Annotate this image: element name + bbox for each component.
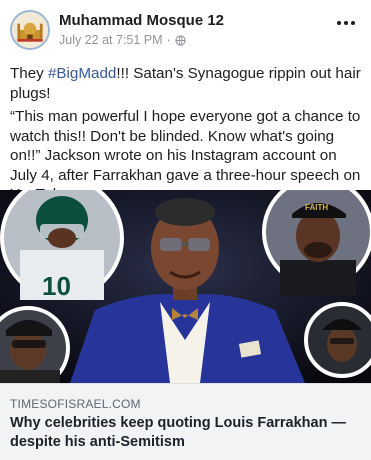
cap-text: FAITH xyxy=(305,203,328,212)
post-text: They #BigMadd!!! Satan's Synagogue rippi… xyxy=(10,64,365,209)
page-avatar[interactable] xyxy=(10,10,50,50)
post-image[interactable]: 10 FAITH xyxy=(0,190,371,383)
post-meta: July 22 at 7:51 PM · xyxy=(59,33,186,47)
link-title[interactable]: Why celebrities keep quoting Louis Farra… xyxy=(10,414,360,452)
page-name[interactable]: Muhammad Mosque 12 xyxy=(59,12,224,29)
collage-image: 10 FAITH xyxy=(0,190,371,383)
post-timestamp[interactable]: July 22 at 7:51 PM xyxy=(59,33,163,47)
svg-text:10: 10 xyxy=(42,271,71,301)
link-domain: TIMESOFISRAEL.COM xyxy=(10,397,141,411)
post-header: Muhammad Mosque 12 July 22 at 7:51 PM · xyxy=(0,0,371,62)
globe-icon[interactable] xyxy=(175,34,186,46)
post-line-1: They #BigMadd!!! Satan's Synagogue rippi… xyxy=(10,64,365,103)
meta-separator: · xyxy=(166,33,171,47)
post-line-1-prefix: They xyxy=(10,65,48,82)
link-preview-card[interactable]: TIMESOFISRAEL.COM Why celebrities keep q… xyxy=(0,383,371,460)
ellipsis-icon[interactable] xyxy=(335,17,357,29)
mosque-logo-icon xyxy=(12,12,48,48)
hashtag-link[interactable]: #BigMadd xyxy=(48,65,116,82)
